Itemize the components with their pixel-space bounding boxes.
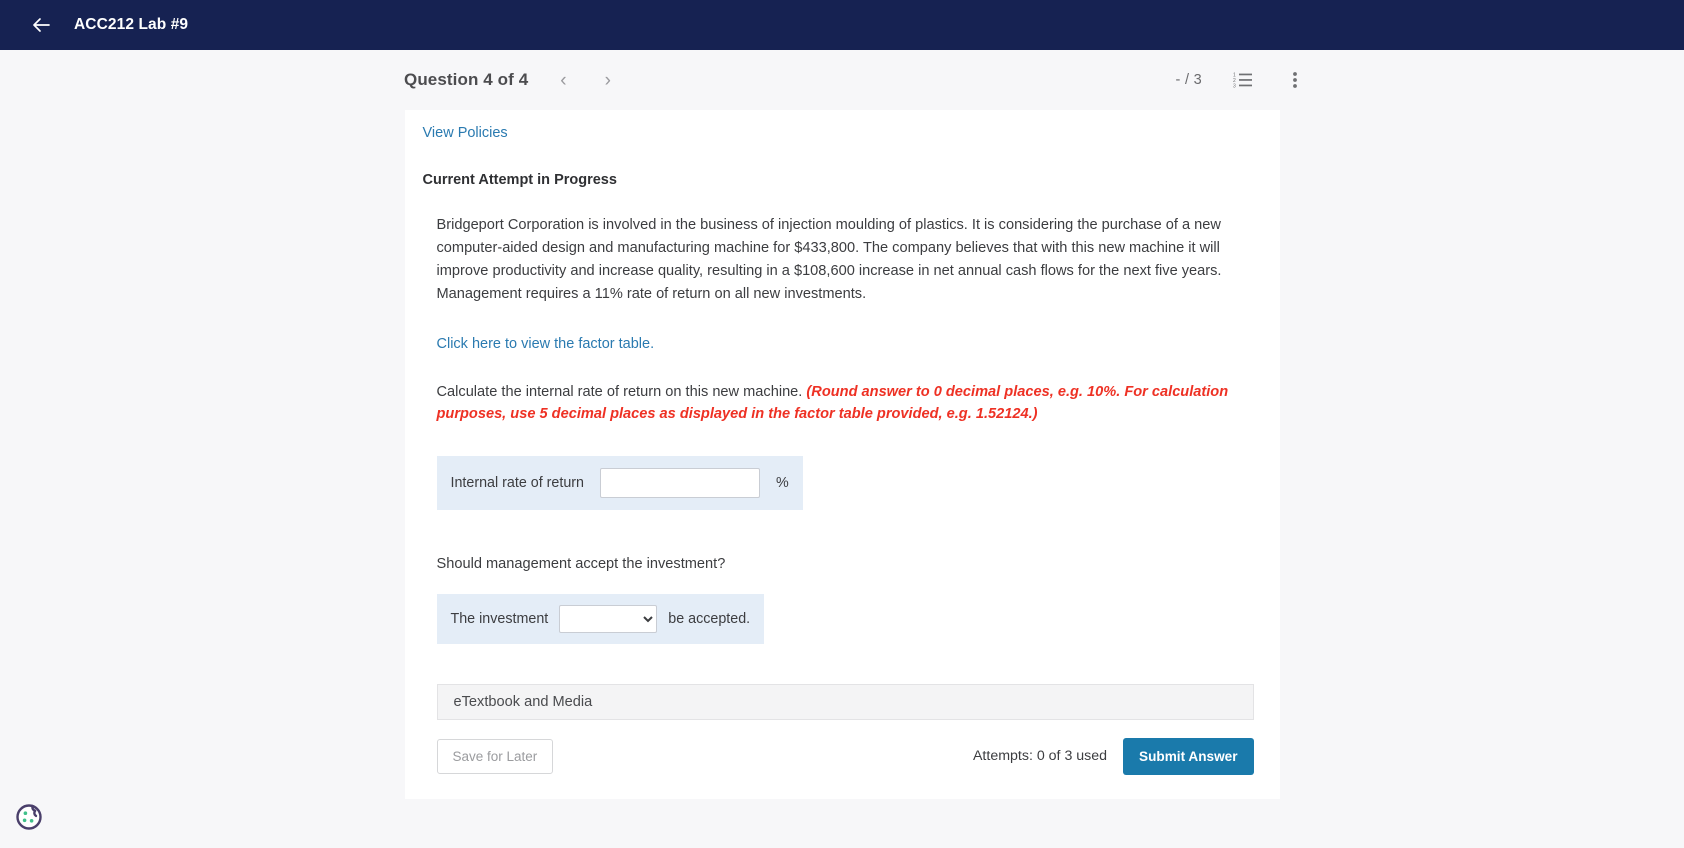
app-header: ACC212 Lab #9 [0,0,1684,50]
answer-label: Internal rate of return [450,474,585,491]
content-area: View Policies Current Attempt in Progres… [0,110,1684,799]
submit-answer-button[interactable]: Submit Answer [1123,737,1254,775]
question-counter: Question 4 of 4 [404,70,529,89]
question-card: View Policies Current Attempt in Progres… [404,110,1280,799]
calc-prompt-text: Calculate the internal rate of return on… [436,384,807,401]
factor-table-link[interactable]: Click here to view the factor table. [437,336,655,352]
score-display: - / 3 [1175,72,1202,88]
question-toolbar: Question 4 of 4 ‹ › - / 3 1 2 3 [0,50,1684,110]
sub-question-text: Should management accept the investment? [436,555,726,572]
etextbook-and-media-accordion[interactable]: eTextbook and Media [436,683,1254,720]
cookie-consent-icon[interactable] [12,800,46,834]
kebab-menu-icon[interactable] [1284,69,1306,91]
attempts-counter: Attempts: 0 of 3 used [972,748,1108,765]
question-nav: ‹ › [554,69,617,92]
toolbar-right-group: - / 3 1 2 3 [1176,69,1306,91]
save-for-later-button[interactable]: Save for Later [436,738,554,774]
acceptance-select[interactable]: shouldshould not [559,604,658,633]
calculation-instruction: Calculate the internal rate of return on… [437,382,1237,426]
answer-panel: Internal rate of return % [436,455,803,510]
sentence-suffix: be accepted. [668,610,751,627]
internal-rate-of-return-input[interactable] [600,467,761,498]
acceptance-panel: The investment shouldshould not be accep… [436,593,765,644]
card-footer: Save for Later Attempts: 0 of 3 used Sub… [436,737,1254,799]
attempt-status-heading: Current Attempt in Progress [422,172,617,188]
back-arrow-icon[interactable] [30,14,52,36]
previous-question-button[interactable]: ‹ [554,69,572,92]
sentence-prefix: The investment [450,610,549,627]
etextbook-label: eTextbook and Media [453,693,593,710]
view-policies-link[interactable]: View Policies [423,125,508,141]
footer-right-group: Attempts: 0 of 3 used Submit Answer [972,737,1254,775]
app-title: ACC212 Lab #9 [74,16,189,33]
percent-sign: % [776,474,789,491]
next-question-button[interactable]: › [599,69,617,92]
numbered-list-icon[interactable]: 1 2 3 [1232,69,1254,91]
question-text: Bridgeport Corporation is involved in th… [436,217,1222,303]
svg-text:3: 3 [1233,84,1236,90]
